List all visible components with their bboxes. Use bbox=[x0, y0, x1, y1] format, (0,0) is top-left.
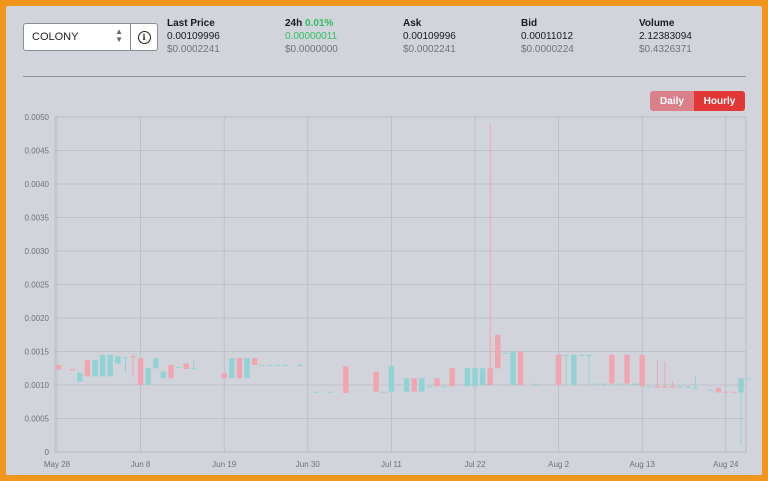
candle-up bbox=[77, 372, 83, 382]
candle-down bbox=[715, 387, 721, 393]
candle-down bbox=[609, 354, 615, 384]
x-tick-label: Aug 13 bbox=[630, 460, 656, 469]
y-tick-label: 0.0040 bbox=[25, 180, 50, 189]
candle-up bbox=[533, 383, 539, 385]
candle-down bbox=[137, 358, 144, 385]
candle-down bbox=[343, 366, 349, 394]
candle-up bbox=[419, 378, 425, 392]
candle-up bbox=[244, 358, 250, 379]
candle-up bbox=[647, 386, 653, 388]
candle-down bbox=[517, 351, 524, 385]
candle-down bbox=[221, 372, 227, 379]
candle-down bbox=[373, 371, 379, 392]
y-tick-label: 0 bbox=[45, 448, 50, 457]
candle-down bbox=[639, 354, 645, 387]
candle-up bbox=[502, 352, 509, 354]
candle-up bbox=[441, 386, 448, 388]
candle-up bbox=[160, 371, 167, 379]
candle-down bbox=[69, 368, 75, 371]
candle-down bbox=[723, 391, 729, 393]
candle-up bbox=[107, 354, 113, 377]
candle-up bbox=[175, 366, 182, 368]
candle-down bbox=[183, 363, 189, 369]
x-tick-label: Jul 11 bbox=[381, 460, 402, 469]
candle-down bbox=[130, 356, 136, 358]
candle-down bbox=[236, 358, 243, 379]
y-tick-label: 0.0035 bbox=[25, 214, 50, 223]
candle-up bbox=[267, 364, 273, 366]
candle-up bbox=[510, 351, 516, 385]
candle-up bbox=[115, 356, 121, 364]
y-tick-label: 0.0015 bbox=[25, 348, 50, 357]
candle-up bbox=[578, 354, 585, 356]
candle-up bbox=[282, 364, 288, 366]
y-tick-label: 0.0010 bbox=[25, 381, 50, 390]
candle-up bbox=[738, 378, 744, 393]
candle-down bbox=[624, 354, 630, 384]
candle-down bbox=[662, 386, 668, 388]
y-tick-label: 0.0005 bbox=[25, 415, 50, 424]
candle-up bbox=[685, 386, 691, 388]
candle-up bbox=[601, 383, 607, 385]
candle-up bbox=[259, 364, 265, 366]
y-tick-label: 0.0045 bbox=[25, 147, 50, 156]
y-tick-label: 0.0030 bbox=[25, 247, 50, 256]
candle-up bbox=[464, 368, 471, 387]
candle-up bbox=[153, 358, 159, 369]
candle-up bbox=[472, 368, 478, 387]
candle-up bbox=[631, 383, 638, 385]
candle-up bbox=[677, 386, 683, 388]
y-tick-label: 0.0025 bbox=[25, 281, 50, 290]
candle-up bbox=[479, 368, 486, 385]
price-chart[interactable]: 0 0.0005 0.0010 0.0015 0.0020 0.0025 0.0030 0.0… bbox=[6, 6, 762, 475]
candle-down bbox=[168, 364, 174, 379]
candle-up bbox=[426, 386, 433, 388]
candle-up bbox=[403, 378, 410, 392]
candle-up bbox=[616, 383, 623, 385]
candle-down bbox=[654, 386, 661, 388]
x-tick-label: Aug 24 bbox=[713, 460, 739, 469]
y-tick-label: 0.0050 bbox=[25, 113, 50, 122]
candle-down bbox=[730, 391, 737, 393]
candle-up bbox=[327, 391, 334, 393]
candle-up bbox=[563, 354, 569, 356]
x-tick-label: Aug 2 bbox=[548, 460, 569, 469]
candle-down bbox=[669, 386, 676, 388]
candle-up bbox=[145, 368, 151, 385]
candle-up bbox=[92, 360, 98, 377]
x-tick-label: Jun 8 bbox=[131, 460, 151, 469]
candle-up bbox=[191, 368, 197, 370]
x-tick-label: Jun 19 bbox=[212, 460, 237, 469]
candle-up bbox=[229, 358, 235, 379]
candle-down bbox=[449, 368, 455, 387]
x-tick-label: May 28 bbox=[44, 460, 71, 469]
candle-down bbox=[55, 364, 62, 370]
candle-up bbox=[274, 364, 281, 366]
candle-up bbox=[381, 391, 387, 393]
candle-up bbox=[745, 378, 752, 380]
x-tick-label: Jun 30 bbox=[296, 460, 321, 469]
candle-up bbox=[593, 383, 600, 385]
candle-down bbox=[495, 334, 501, 369]
candle-up bbox=[99, 354, 106, 377]
candle-up bbox=[297, 364, 303, 366]
candle-down bbox=[434, 378, 440, 387]
candle-up bbox=[122, 357, 129, 359]
candle-down bbox=[411, 378, 417, 392]
candle-up bbox=[707, 389, 714, 391]
market-panel: COLONY ▲ ▼ i Last Price 0.00109996 $0.000… bbox=[6, 6, 762, 475]
candle-down bbox=[84, 360, 91, 377]
y-tick-label: 0.0020 bbox=[25, 314, 50, 323]
candle-up bbox=[586, 354, 592, 356]
candle-up bbox=[571, 354, 577, 385]
candle-down bbox=[487, 368, 493, 385]
candle-up bbox=[692, 387, 699, 389]
candle-down bbox=[555, 354, 562, 385]
candle-down bbox=[251, 358, 258, 365]
candle-up bbox=[312, 391, 319, 393]
x-tick-label: Jul 22 bbox=[464, 460, 486, 469]
candle-up bbox=[388, 366, 395, 392]
